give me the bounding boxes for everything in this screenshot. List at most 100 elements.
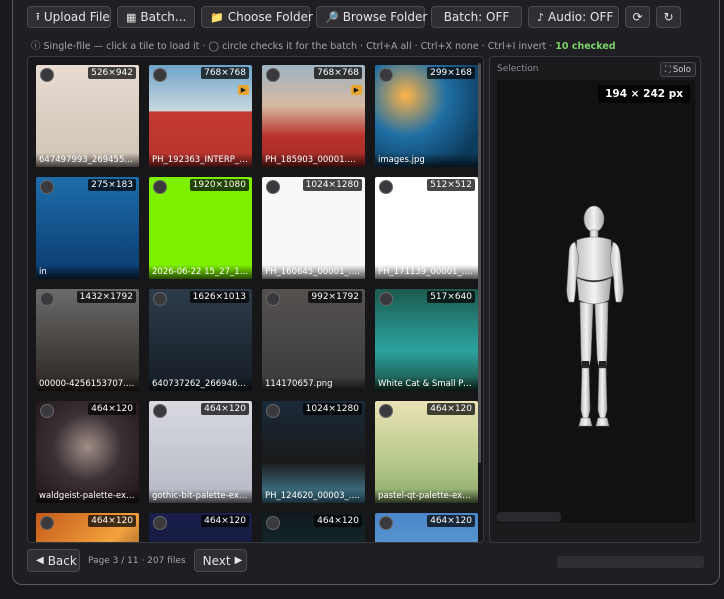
thumbnail-tile[interactable]: 299×168 images.jpg [375,65,478,167]
file-name: PH_160645_00001_.png [262,265,365,279]
upload-file-label: Upload File [43,10,110,24]
file-name: PH_192363_INTERP_00... [149,153,252,167]
batch-check-circle[interactable] [379,180,393,194]
thumbnail-tile[interactable]: 1920×1080 2026-06-22 15_27_19-... [149,177,252,279]
thumbnail-tile[interactable]: 526×942 647497993_26945542... [36,65,139,167]
batch-check-circle[interactable] [40,292,54,306]
thumbnail-tile[interactable]: 464×120 [262,513,365,542]
dimension-badge: 464×120 [201,515,249,527]
film-icon: ▦ [126,10,137,24]
dimension-badge: 299×168 [427,67,475,79]
status-blur [557,556,704,568]
batch-check-circle[interactable] [266,180,280,194]
page-info: Page 3 / 11 · 207 files [88,555,186,566]
dimension-badge: 1024×1280 [302,179,362,191]
batch-check-circle[interactable] [153,180,167,194]
selection-preview[interactable]: 194 × 242 px [497,80,695,523]
file-name: in [36,265,139,279]
upload-file-button[interactable]: ⭱ Upload File [27,6,111,28]
thumbnail-tile[interactable]: 1432×1792 00000-4256153707.png [36,289,139,391]
upload-icon: ⭱ [36,9,40,23]
batch-check-circle[interactable] [266,404,280,418]
batch-check-circle[interactable] [153,68,167,82]
preview-caption-blur [497,512,561,522]
thumbnail-grid[interactable]: 526×942 647497993_26945542... 768×768 ▶ PH_1… [27,56,484,543]
choose-folder-label: Choose Folder [227,10,313,24]
file-name: 2026-06-22 15_27_19-... [149,265,252,279]
dimension-badge: 1024×1280 [302,403,362,415]
choose-folder-button[interactable]: 📁 Choose Folder [201,6,313,28]
next-icon: ▶ [234,555,243,566]
dimension-badge: 526×942 [88,67,136,79]
thumbnail-tile[interactable]: 464×120 pastel-qt-palette-exam... [375,401,478,503]
file-name: PH_124620_00003_.png [262,489,365,503]
batch-check-circle[interactable] [153,404,167,418]
next-label: Next [202,553,231,568]
file-name: 114170657.png [262,377,365,391]
dimension-badge: 464×120 [314,515,362,527]
note-icon: ♪ [537,10,545,24]
batch-menu-button[interactable]: ▦ Batch... [117,6,195,28]
batch-check-circle[interactable] [266,292,280,306]
grid-scrollbar[interactable] [478,63,481,463]
batch-check-circle[interactable] [379,404,393,418]
thumbnail-tile[interactable]: 1024×1280 PH_124620_00003_.png [262,401,365,503]
reload-button[interactable]: ↻ [656,6,681,28]
back-label: Back [47,553,77,568]
mannequin-figure [566,205,624,427]
help-hint: ⓘ Single-file — click a tile to load it … [31,38,616,52]
batch-check-circle[interactable] [379,516,393,530]
file-name: gothic-bit-palette-exa... [149,489,252,503]
thumbnail-tile[interactable]: 992×1792 114170657.png [262,289,365,391]
dimension-badge: 1920×1080 [189,179,249,191]
thumbnail-tile[interactable]: 517×640 White Cat & Small Pon... [375,289,478,391]
checked-count: 10 checked [555,41,616,52]
back-icon: ◀ [36,555,44,566]
batch-check-circle[interactable] [40,516,54,530]
batch-check-circle[interactable] [40,180,54,194]
dimension-badge: 992×1792 [308,291,362,303]
file-name: 00000-4256153707.png [36,377,139,391]
batch-toggle-button[interactable]: Batch: OFF [431,6,522,28]
thumbnail-tile[interactable]: 1024×1280 PH_160645_00001_.png [262,177,365,279]
batch-check-circle[interactable] [379,68,393,82]
dimension-badge: 464×120 [427,403,475,415]
batch-check-circle[interactable] [40,68,54,82]
reload-icon: ↻ [663,10,674,24]
expand-icon: ⛶ [664,64,671,75]
solo-button[interactable]: ⛶ Solo [659,62,696,77]
audio-toggle-button[interactable]: ♪ Audio: OFF [528,6,619,28]
pagination: ◀ Back Page 3 / 11 · 207 files Next ▶ [27,549,247,572]
next-button[interactable]: Next ▶ [193,549,247,572]
magnifier-icon: 🔎 [325,10,339,24]
dimension-badge: 768×768 [314,67,362,79]
back-button[interactable]: ◀ Back [27,549,80,572]
thumbnail-tile[interactable]: 464×120 gothic-bit-palette-exa... [149,401,252,503]
thumbnail-tile[interactable]: 1626×1013 640737262_26694633... [149,289,252,391]
dimension-badge: 464×120 [88,515,136,527]
thumbnail-tile[interactable]: 464×120 [149,513,252,542]
batch-check-circle[interactable] [153,516,167,530]
thumbnail-tile[interactable]: 768×768 ▶ PH_185903_00001.mp4 [262,65,365,167]
file-name: 640737262_26694633... [149,377,252,391]
batch-check-circle[interactable] [266,516,280,530]
browse-folder-button[interactable]: 🔎 Browse Folder [316,6,427,28]
refresh-button[interactable]: ⟳ [625,6,650,28]
audio-toggle-label: Audio: OFF [548,10,614,24]
thumbnail-tile[interactable]: 464×120 [36,513,139,542]
thumbnail-tile[interactable]: 512×512 PH_171139_00001_.png [375,177,478,279]
batch-check-circle[interactable] [379,292,393,306]
folder-icon: 📁 [210,10,224,24]
batch-check-circle[interactable] [40,404,54,418]
batch-check-circle[interactable] [153,292,167,306]
dimension-badge: 768×768 [201,67,249,79]
dimension-badge: 464×120 [88,403,136,415]
dimension-badge: 512×512 [427,179,475,191]
thumbnail-tile[interactable]: 464×120 waldgeist-palette-exa... [36,401,139,503]
thumbnail-tile[interactable]: 464×120 [375,513,478,542]
batch-check-circle[interactable] [266,68,280,82]
thumbnail-tile[interactable]: 768×768 ▶ PH_192363_INTERP_00... [149,65,252,167]
batch-menu-label: Batch... [140,10,187,24]
file-name: PH_185903_00001.mp4 [262,153,365,167]
thumbnail-tile[interactable]: 275×183 in [36,177,139,279]
